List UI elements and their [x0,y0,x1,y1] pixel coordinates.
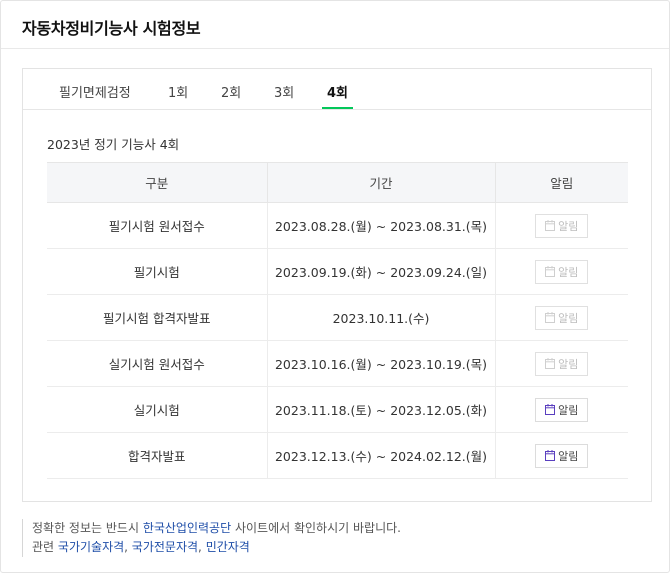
table-row: 필기시험 2023.09.19.(화) ~ 2023.09.24.(일) 알림 [47,248,628,295]
row-period: 2023.10.16.(월) ~ 2023.10.19.(목) [266,340,496,387]
table-row: 필기시험 원서접수 2023.08.28.(월) ~ 2023.08.31.(목)… [47,202,628,249]
alarm-label: 알림 [558,311,579,325]
alarm-label: 알림 [558,403,579,417]
active-tab-indicator [322,107,353,109]
header-period: 기간 [266,162,496,203]
calendar-icon [545,220,556,231]
alarm-label: 알림 [558,265,579,279]
calendar-icon [545,358,556,369]
alarm-button[interactable]: 알림 [535,305,589,330]
row-category: 필기시험 원서접수 [47,202,267,249]
header-category: 구분 [47,162,267,203]
row-alarm-cell: 알림 [495,202,628,249]
notice-line-1: 정확한 정보는 반드시 한국산업인력공단 사이트에서 확인하시기 바랍니다. [32,521,401,535]
hrdkorea-link[interactable]: 한국산업인력공단 [143,521,231,535]
row-period: 2023.12.13.(수) ~ 2024.02.12.(월) [266,432,496,479]
row-category: 필기시험 합격자발표 [47,294,267,341]
row-category: 합격자발표 [47,432,267,479]
table-row: 합격자발표 2023.12.13.(수) ~ 2024.02.12.(월) 알림 [47,432,628,479]
page-title: 자동차정비기능사 시험정보 [22,19,201,38]
row-category: 실기시험 [47,386,267,433]
alarm-label: 알림 [558,449,579,463]
row-period: 2023.08.28.(월) ~ 2023.08.31.(목) [266,202,496,249]
private-cert-link[interactable]: 민간자격 [206,540,250,554]
calendar-icon [545,450,556,461]
notice-area: 정확한 정보는 반드시 한국산업인력공단 사이트에서 확인하시기 바랍니다. 관… [22,519,401,557]
calendar-icon [545,266,556,277]
tab-round-1[interactable]: 1회 [168,82,188,101]
schedule-card: 필기면제검정 1회 2회 3회 4회 2023년 정기 기능사 4회 구분 기간… [22,68,652,502]
table-row: 실기시험 2023.11.18.(토) ~ 2023.12.05.(화) 알림 [47,386,628,433]
alarm-button[interactable]: 알림 [535,351,589,376]
row-alarm-cell: 알림 [495,386,628,433]
tab-round-3[interactable]: 3회 [274,82,294,101]
alarm-button[interactable]: 알림 [535,443,589,468]
table-header-row: 구분 기간 알림 [47,162,628,203]
row-category: 필기시험 [47,248,267,295]
calendar-icon [545,312,556,323]
header-alarm: 알림 [495,162,628,203]
alarm-button[interactable]: 알림 [535,213,589,238]
row-period: 2023.11.18.(토) ~ 2023.12.05.(화) [266,386,496,433]
title-divider [1,48,669,49]
row-alarm-cell: 알림 [495,294,628,341]
row-period: 2023.10.11.(수) [266,294,496,341]
table-row: 실기시험 원서접수 2023.10.16.(월) ~ 2023.10.19.(목)… [47,340,628,387]
calendar-icon [545,404,556,415]
tab-round-4[interactable]: 4회 [327,82,348,101]
alarm-label: 알림 [558,219,579,233]
row-alarm-cell: 알림 [495,340,628,387]
schedule-subtitle: 2023년 정기 기능사 4회 [47,137,180,152]
national-professional-cert-link[interactable]: 국가전문자격 [132,540,198,554]
tab-written-exempt[interactable]: 필기면제검정 [59,82,131,101]
alarm-button[interactable]: 알림 [535,397,589,422]
notice-line-2: 관련 국가기술자격, 국가전문자격, 민간자격 [32,540,250,554]
row-alarm-cell: 알림 [495,248,628,295]
row-period: 2023.09.19.(화) ~ 2023.09.24.(일) [266,248,496,295]
exam-info-panel: 자동차정비기능사 시험정보 필기면제검정 1회 2회 3회 4회 2023년 정… [0,0,670,573]
schedule-table: 구분 기간 알림 필기시험 원서접수 2023.08.28.(월) ~ 2023.… [47,162,628,479]
tab-round-2[interactable]: 2회 [221,82,241,101]
row-alarm-cell: 알림 [495,432,628,479]
row-category: 실기시험 원서접수 [47,340,267,387]
round-tabs: 필기면제검정 1회 2회 3회 4회 [23,69,651,110]
alarm-button[interactable]: 알림 [535,259,589,284]
alarm-label: 알림 [558,357,579,371]
national-technical-cert-link[interactable]: 국가기술자격 [58,540,124,554]
table-row: 필기시험 합격자발표 2023.10.11.(수) 알림 [47,294,628,341]
